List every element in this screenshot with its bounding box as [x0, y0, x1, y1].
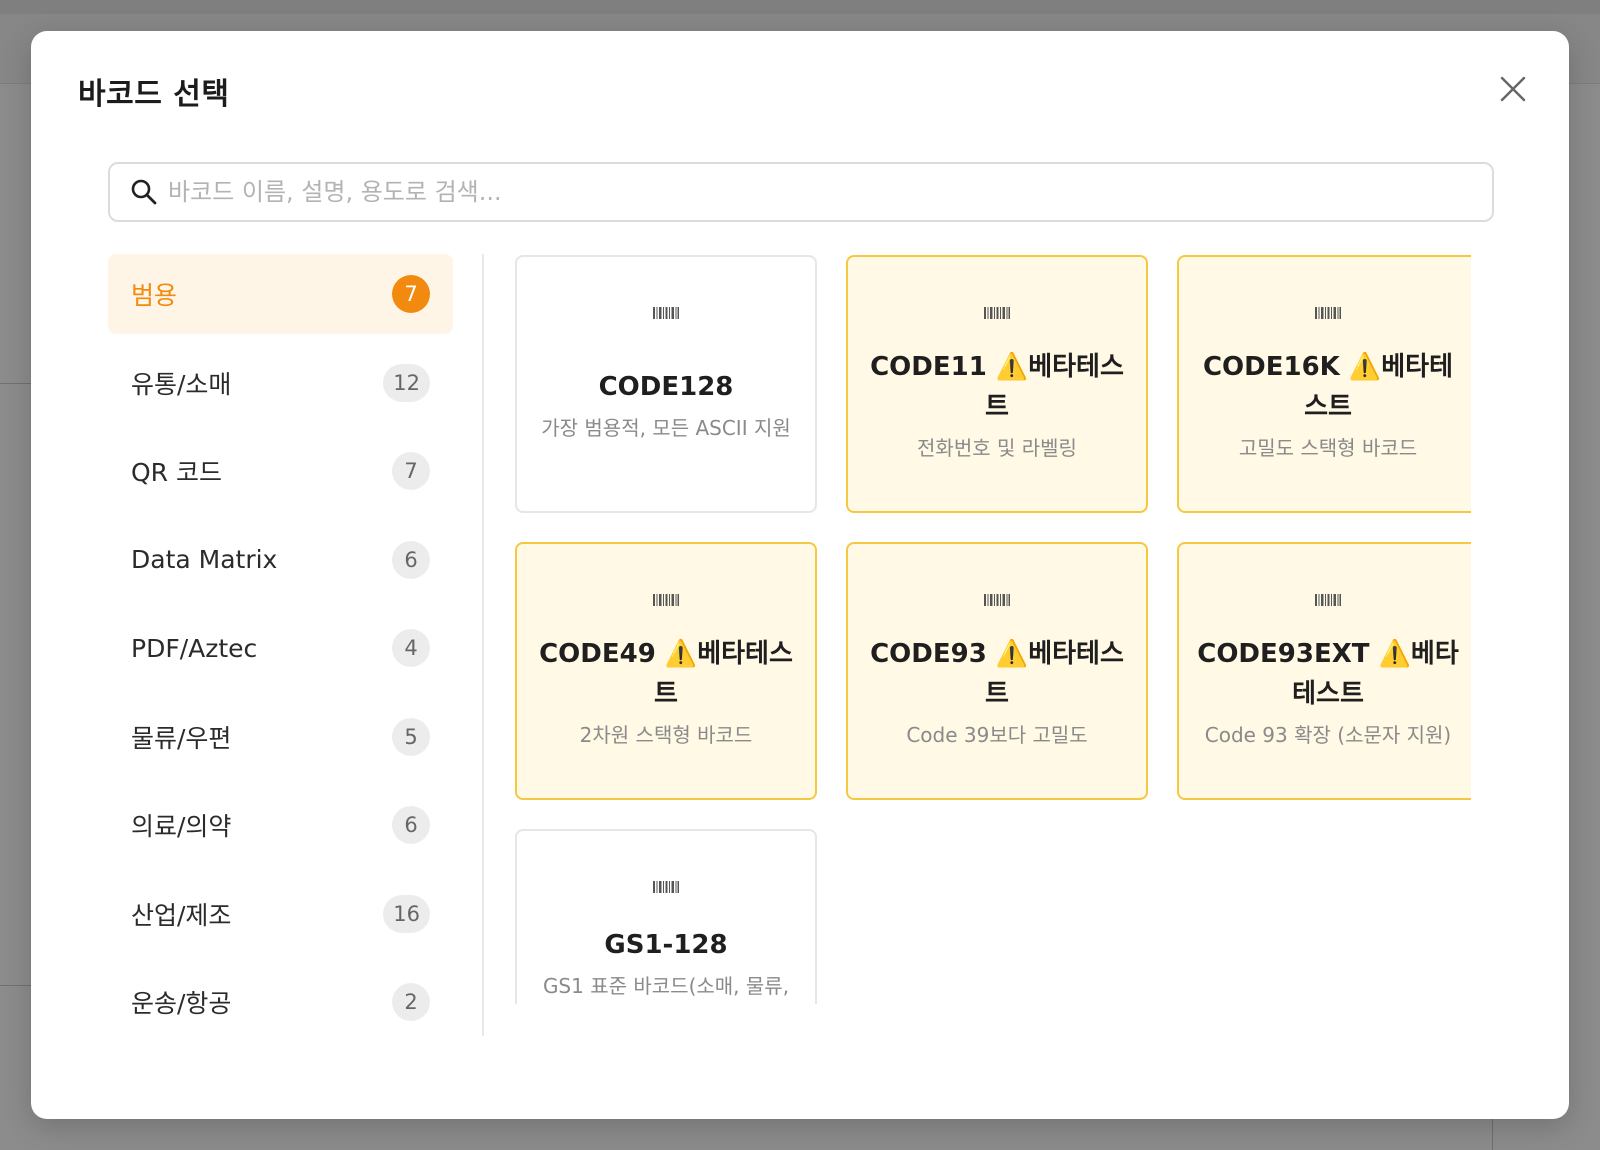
sidebar-divider [482, 254, 484, 1036]
search-icon [130, 177, 160, 207]
close-icon [1500, 76, 1526, 102]
barcode-name: CODE93 ⚠️베타테스트 [870, 638, 1124, 709]
barcode-description: Code 39보다 고밀도 [906, 722, 1088, 747]
sidebar-item-category[interactable]: PDF/Aztec 4 [108, 608, 453, 688]
category-count-badge: 7 [392, 452, 430, 490]
barcode-name: GS1-128 [604, 930, 728, 960]
category-count-badge: 12 [383, 363, 430, 402]
category-label: 의료/의약 [131, 812, 232, 841]
category-count-badge: 6 [392, 540, 430, 579]
barcode-description: 고밀도 스택형 바코드 [1238, 435, 1418, 460]
category-label: QR 코드 [131, 458, 222, 487]
barcode-icon [984, 594, 1010, 608]
barcode-description: 가장 범용적, 모든 ASCII 지원 [541, 415, 791, 440]
barcode-card[interactable]: CODE128 가장 범용적, 모든 ASCII 지원 [515, 255, 817, 513]
sidebar-item-category[interactable]: 물류/우편 5 [108, 697, 453, 777]
category-label: 범용 [131, 281, 178, 310]
barcode-icon [984, 307, 1010, 321]
barcode-select-modal: 바코드 선택 범용 7 유통/소매 12 QR 코드 7 Data Matrix 6 PDF/A… [31, 31, 1569, 1119]
sidebar-item-category[interactable]: 유통/소매 12 [108, 343, 453, 423]
close-button[interactable] [1493, 69, 1533, 109]
card-text: CODE49 ⚠️베타테스트 2차원 스택형 바코드 [535, 608, 797, 798]
sidebar-item-category[interactable]: 운송/항공 2 [108, 962, 453, 1042]
search-box[interactable] [108, 162, 1494, 222]
barcode-card[interactable]: CODE11 ⚠️베타테스트전화번호 및 라벨링 [846, 255, 1148, 513]
barcode-icon [653, 594, 679, 608]
barcode-card[interactable]: CODE16K ⚠️베타테스트고밀도 스택형 바코드 [1177, 255, 1471, 513]
barcode-name: CODE128 [598, 371, 734, 402]
barcode-description: 전화번호 및 라벨링 [917, 435, 1077, 460]
card-text: CODE11 ⚠️베타테스트전화번호 및 라벨링 [866, 321, 1128, 511]
barcode-card[interactable]: CODE93EXT ⚠️베타테스트 Code 93 확장 (소문자 지원) [1177, 542, 1471, 800]
card-text: CODE93 ⚠️베타테스트 Code 39보다 고밀도 [866, 608, 1128, 798]
sidebar-item-category[interactable]: QR 코드 7 [108, 431, 453, 511]
barcode-icon [653, 307, 679, 321]
search-input[interactable] [168, 178, 1468, 206]
card-text: CODE16K ⚠️베타테스트고밀도 스택형 바코드 [1197, 321, 1459, 511]
card-text: GS1-128 GS1 표준 바코드(소매, 물류, 헬스케어) [535, 895, 797, 1004]
sidebar-item-category[interactable]: Data Matrix 6 [108, 520, 453, 600]
category-count-badge: 5 [392, 717, 430, 756]
category-label: 유통/소매 [131, 369, 232, 399]
barcode-description: Code 93 확장 (소문자 지원) [1204, 722, 1452, 747]
category-count-badge: 16 [383, 894, 430, 933]
modal-title: 바코드 선택 [78, 77, 230, 112]
barcode-name: CODE16K ⚠️베타테스트 [1202, 351, 1454, 422]
sidebar-item-category[interactable]: 범용 7 [108, 254, 453, 334]
category-label: PDF/Aztec [131, 633, 258, 663]
barcode-icon [1315, 307, 1341, 321]
barcode-icon [1315, 594, 1341, 608]
category-count-badge: 6 [392, 806, 430, 844]
card-text: CODE93EXT ⚠️베타테스트 Code 93 확장 (소문자 지원) [1197, 608, 1459, 798]
barcode-card[interactable]: CODE49 ⚠️베타테스트 2차원 스택형 바코드 [515, 542, 817, 800]
category-count-badge: 7 [392, 275, 430, 313]
category-sidebar: 범용 7 유통/소매 12 QR 코드 7 Data Matrix 6 PDF/Aztec 4 물류… [108, 254, 453, 1051]
barcode-description: 2차원 스택형 바코드 [579, 722, 753, 747]
card-text: CODE128 가장 범용적, 모든 ASCII 지원 [541, 321, 791, 511]
barcode-grid: CODE128 가장 범용적, 모든 ASCII 지원 CODE11 ⚠️베타테스트… [511, 249, 1471, 1004]
category-count-badge: 2 [392, 983, 430, 1021]
barcode-name: CODE93EXT ⚠️베타테스트 [1197, 638, 1459, 709]
category-label: Data Matrix [131, 545, 278, 574]
barcode-card[interactable]: GS1-128 GS1 표준 바코드(소매, 물류, 헬스케어) [515, 829, 817, 1004]
barcode-name: CODE49 ⚠️베타테스트 [539, 638, 793, 709]
category-count-badge: 4 [392, 629, 430, 667]
sidebar-item-category[interactable]: 산업/제조 16 [108, 874, 453, 954]
barcode-icon [653, 881, 679, 895]
sidebar-item-category[interactable]: 의료/의약 6 [108, 785, 453, 865]
barcode-description: GS1 표준 바코드(소매, 물류, 헬스케어) [542, 974, 790, 998]
barcode-card[interactable]: CODE93 ⚠️베타테스트 Code 39보다 고밀도 [846, 542, 1148, 800]
backdrop-topbar [0, 0, 1600, 14]
category-label: 산업/제조 [131, 900, 232, 930]
barcode-name: CODE11 ⚠️베타테스트 [870, 351, 1124, 422]
category-label: 운송/항공 [131, 989, 232, 1018]
category-label: 물류/우편 [131, 723, 232, 753]
